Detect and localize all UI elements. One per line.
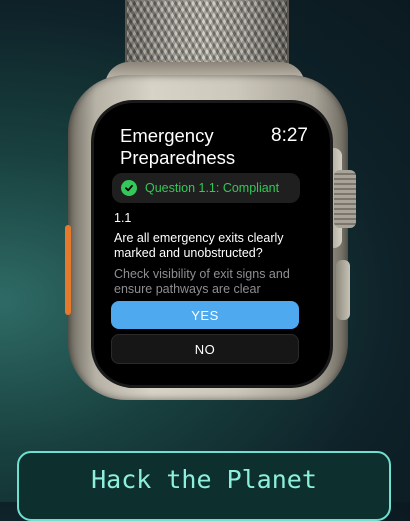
- banner-text: Hack the Planet: [91, 465, 317, 494]
- status-badge: Question 1.1: Compliant: [112, 173, 300, 203]
- question-number: 1.1: [114, 211, 132, 225]
- status-text: Question 1.1: Compliant: [145, 181, 280, 195]
- yes-button[interactable]: YES: [111, 301, 299, 329]
- digital-crown: [334, 170, 356, 228]
- banner: Hack the Planet: [17, 451, 391, 521]
- checkmark-icon: [121, 180, 137, 196]
- page-title: Emergency Preparedness: [120, 125, 235, 169]
- title-line-2: Preparedness: [120, 147, 236, 168]
- hint-text: Check visibility of exit signs and ensur…: [114, 267, 290, 296]
- question-text: Are all emergency exits clearly marked a…: [114, 231, 284, 260]
- side-button: [336, 260, 350, 320]
- watch-screen: Emergency Preparedness 8:27 Question 1.1…: [91, 100, 333, 388]
- clock-time: 8:27: [271, 125, 308, 146]
- no-button[interactable]: NO: [111, 334, 299, 364]
- title-line-1: Emergency: [120, 125, 214, 146]
- action-button: [65, 225, 71, 315]
